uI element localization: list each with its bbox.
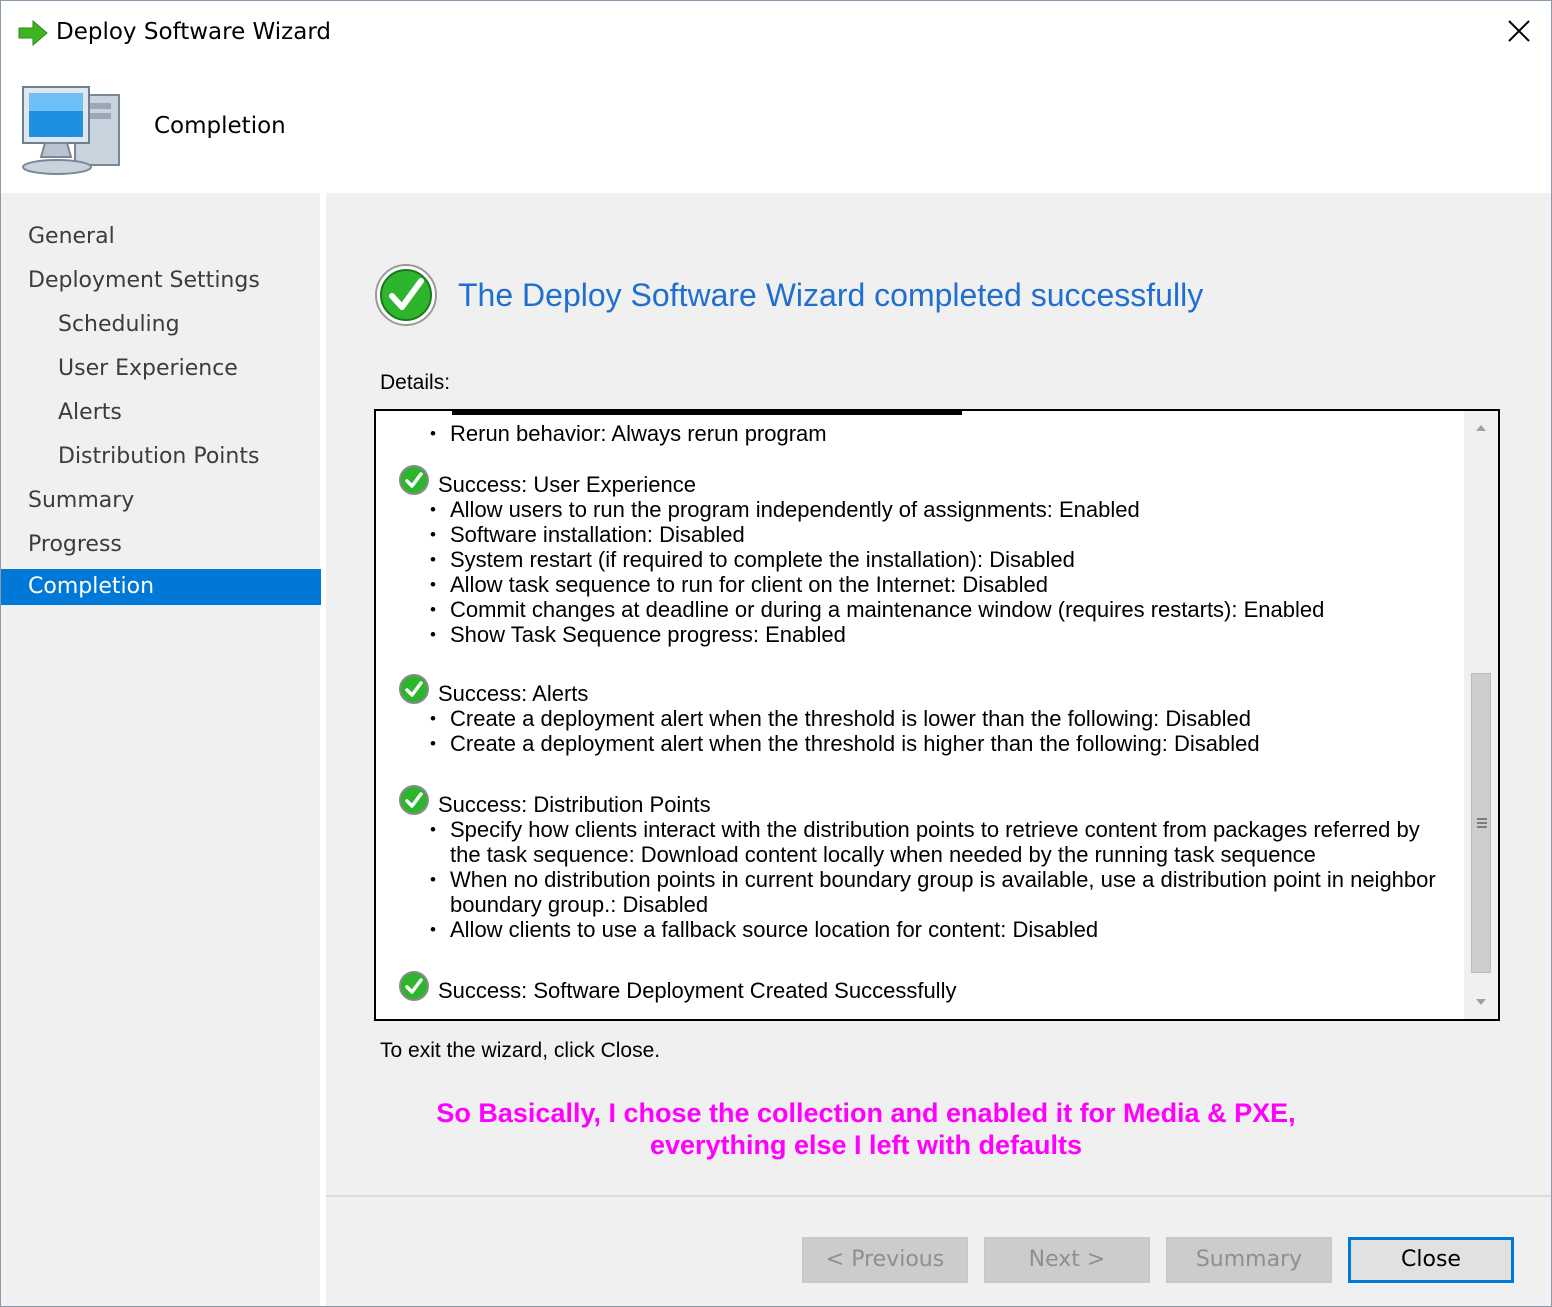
- detail-bullet: Create a deployment alert when the thres…: [376, 731, 1466, 756]
- detail-section: Success: Software Deployment Created Suc…: [376, 964, 1466, 1003]
- details-label: Details:: [380, 371, 451, 394]
- nav-item-progress[interactable]: Progress: [1, 527, 321, 563]
- nav-item-scheduling[interactable]: Scheduling: [1, 307, 321, 343]
- annotation-line: everything else I left with defaults: [649, 1130, 1083, 1160]
- detail-bullet: Allow users to run the program independe…: [376, 497, 1466, 522]
- detail-bullet-continuation: boundary group.: Disabled: [450, 892, 709, 917]
- check-icon: [399, 785, 429, 815]
- detail-bullet-continuation: the task sequence: Download content loca…: [450, 842, 1316, 867]
- grip-icon: [1477, 818, 1487, 828]
- close-button[interactable]: Close: [1348, 1237, 1514, 1283]
- detail-bullet: System restart (if required to complete …: [376, 547, 1466, 572]
- section-title: Success: Software Deployment Created Suc…: [438, 978, 957, 1003]
- annotation-note: So Basically, I chose the collection and…: [366, 1097, 1366, 1161]
- detail-bullet: Specify how clients interact with the di…: [376, 817, 1466, 842]
- check-icon: [399, 971, 429, 1001]
- next-button[interactable]: Next >: [984, 1237, 1150, 1283]
- wizard-nav: General Deployment Settings Scheduling U…: [1, 193, 323, 1306]
- section-header: Success: Distribution Points: [376, 785, 1466, 817]
- annotation-line: So Basically, I chose the collection and…: [436, 1098, 1296, 1128]
- nav-item-deployment-settings[interactable]: Deployment Settings: [1, 263, 321, 299]
- wizard-footer: < Previous Next > Summary Close: [326, 1195, 1551, 1306]
- nav-item-summary[interactable]: Summary: [1, 483, 321, 519]
- detail-bullet: Allow clients to use a fallback source l…: [376, 917, 1466, 942]
- page-title: Completion: [154, 113, 286, 139]
- section-header: Success: Alerts: [376, 674, 1466, 706]
- detail-bullet: Rerun behavior: Always rerun program: [376, 421, 1466, 446]
- content-panel: The Deploy Software Wizard completed suc…: [326, 193, 1551, 1195]
- detail-section: Success: User Experience Allow users to …: [376, 458, 1466, 647]
- details-content: Rerun behavior: Always rerun program Suc…: [376, 411, 1466, 1003]
- nav-item-general[interactable]: General: [1, 219, 321, 255]
- nav-item-completion[interactable]: Completion: [1, 569, 321, 605]
- detail-section: Success: Alerts Create a deployment aler…: [376, 667, 1466, 756]
- nav-item-distribution-points[interactable]: Distribution Points: [1, 439, 321, 475]
- close-icon[interactable]: [1501, 13, 1537, 49]
- summary-button[interactable]: Summary: [1166, 1237, 1332, 1283]
- detail-bullet: Software installation: Disabled: [376, 522, 1466, 547]
- vertical-scrollbar[interactable]: [1464, 411, 1498, 1019]
- section-header: Success: Software Deployment Created Suc…: [376, 971, 1466, 1003]
- previous-button[interactable]: < Previous: [802, 1237, 968, 1283]
- success-heading: The Deploy Software Wizard completed suc…: [458, 277, 1204, 313]
- section-title: Success: Alerts: [438, 681, 589, 706]
- detail-bullet: Create a deployment alert when the thres…: [376, 706, 1466, 731]
- window-title: Deploy Software Wizard: [56, 19, 331, 45]
- scroll-up-arrow-icon[interactable]: [1464, 411, 1498, 445]
- scroll-down-arrow-icon[interactable]: [1464, 985, 1498, 1019]
- nav-item-user-experience[interactable]: User Experience: [1, 351, 321, 387]
- computer-icon: [22, 86, 120, 175]
- success-check-icon: [375, 264, 437, 326]
- check-icon: [399, 465, 429, 495]
- check-icon: [399, 674, 429, 704]
- wizard-window: Deploy Software Wizard Completion Genera…: [0, 0, 1552, 1307]
- scroll-thumb[interactable]: [1471, 673, 1491, 973]
- details-box[interactable]: Rerun behavior: Always rerun program Suc…: [374, 409, 1500, 1021]
- section-header: Success: User Experience: [376, 465, 1466, 497]
- exit-instruction: To exit the wizard, click Close.: [380, 1039, 661, 1062]
- green-arrow-icon: [18, 19, 48, 47]
- nav-item-alerts[interactable]: Alerts: [1, 395, 321, 431]
- detail-bullet: When no distribution points in current b…: [376, 867, 1466, 892]
- wizard-header: Completion: [1, 63, 1551, 193]
- detail-section: Success: Distribution Points Specify how…: [376, 778, 1466, 942]
- detail-bullet: Show Task Sequence progress: Enabled: [376, 622, 1466, 647]
- section-title: Success: Distribution Points: [438, 792, 711, 817]
- detail-bullet: Allow task sequence to run for client on…: [376, 572, 1466, 597]
- detail-bullet: Commit changes at deadline or during a m…: [376, 597, 1466, 622]
- section-title: Success: User Experience: [438, 472, 696, 497]
- title-bar: Deploy Software Wizard: [1, 1, 1551, 63]
